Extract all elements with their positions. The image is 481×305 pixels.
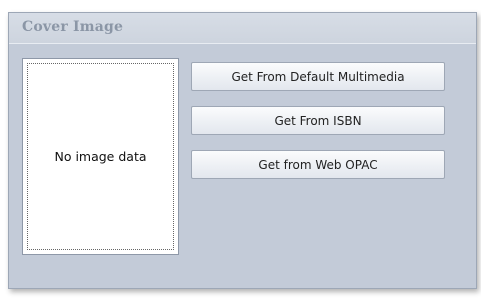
cover-image-panel: Cover Image No image data Get From Defau…	[8, 12, 477, 289]
no-image-text: No image data	[54, 149, 147, 164]
get-from-web-opac-button[interactable]: Get from Web OPAC	[191, 150, 445, 179]
get-from-default-multimedia-button[interactable]: Get From Default Multimedia	[191, 62, 445, 91]
cover-image-box[interactable]: No image data	[22, 58, 179, 255]
panel-title: Cover Image	[22, 19, 124, 35]
cover-image-area: No image data	[27, 63, 174, 250]
panel-header: Cover Image	[9, 13, 476, 44]
get-from-isbn-button[interactable]: Get From ISBN	[191, 106, 445, 135]
